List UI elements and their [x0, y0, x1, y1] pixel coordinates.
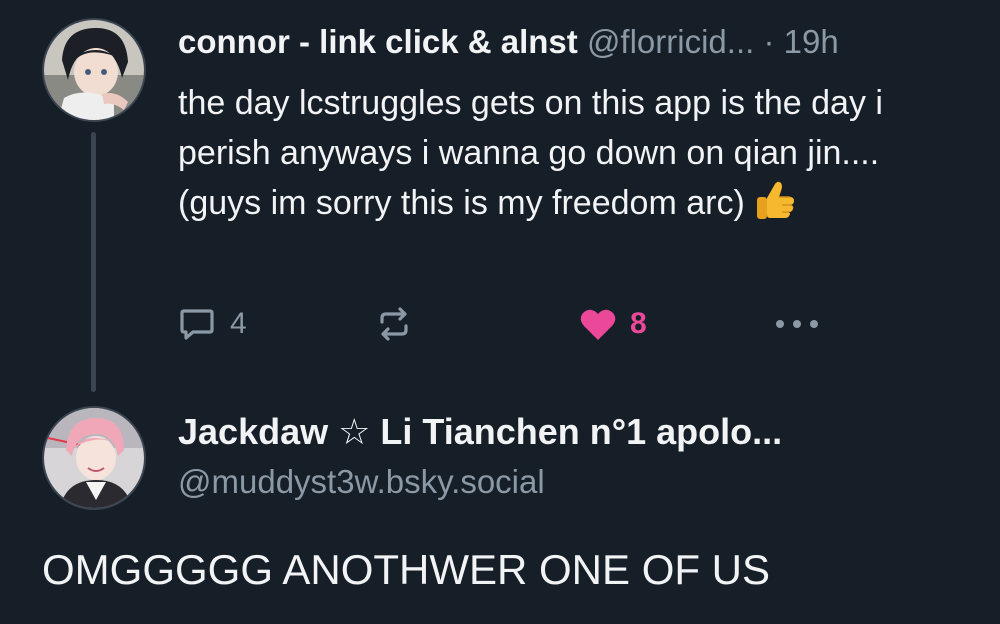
- like-button[interactable]: 8: [578, 302, 647, 346]
- repost-button[interactable]: [374, 302, 414, 346]
- avatar[interactable]: [42, 406, 146, 510]
- user-avatar-image: [44, 408, 144, 508]
- avatar[interactable]: [42, 18, 146, 122]
- post-text: the day lcstruggles gets on this app is …: [178, 78, 968, 236]
- post-text: OMGGGGG ANOTHWER ONE OF US: [42, 546, 771, 593]
- post-timestamp[interactable]: · 19h: [763, 23, 838, 60]
- like-count: 8: [630, 307, 647, 340]
- thread-line: [91, 132, 96, 392]
- author-name[interactable]: connor - link click & alnst: [178, 23, 578, 60]
- repost-icon: [380, 307, 408, 341]
- user-avatar-image: [44, 20, 144, 120]
- post-header: connor - link click & alnst @florricid..…: [178, 20, 839, 64]
- author-name[interactable]: Jackdaw ☆ Li Tianchen n°1 apolo...: [178, 408, 782, 456]
- author-handle[interactable]: @florricid...: [587, 23, 754, 60]
- more-options-button[interactable]: [774, 302, 820, 346]
- more-icon: [776, 320, 818, 328]
- thumbs-up-icon: [753, 178, 797, 236]
- reply-count: 4: [230, 307, 247, 340]
- reply-button[interactable]: 4: [178, 302, 247, 346]
- post-action-bar: 4 8: [178, 302, 838, 346]
- author-handle[interactable]: @muddyst3w.bsky.social: [178, 460, 545, 504]
- reply-icon: [180, 309, 214, 340]
- heart-icon: [580, 309, 616, 340]
